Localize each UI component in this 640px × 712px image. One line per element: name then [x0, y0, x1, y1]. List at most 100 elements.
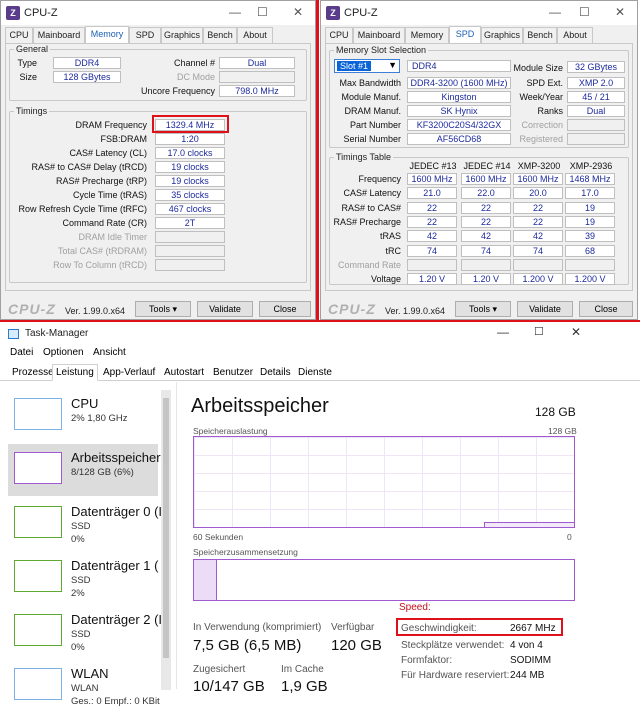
cpuz-memory-titlebar: Z CPU-Z — ☐ ✕	[1, 1, 315, 25]
tab-graphics[interactable]: Graphics	[481, 27, 523, 43]
menu-datei[interactable]: Datei	[10, 347, 33, 358]
menu-ansicht[interactable]: Ansicht	[93, 347, 126, 358]
sidebar-item[interactable]: Datenträger 0 (I SSD 0%	[8, 498, 162, 550]
sidebar-item-sub: SSD	[71, 575, 91, 586]
timing-value	[155, 231, 225, 243]
close-button[interactable]: Close	[259, 301, 311, 317]
tab-spd[interactable]: SPD	[129, 27, 161, 43]
timing-value	[155, 245, 225, 257]
close-icon[interactable]: ✕	[571, 325, 581, 339]
sidebar-scrollbar[interactable]	[161, 390, 171, 690]
sidebar-sparkline	[14, 560, 62, 592]
timings-table-label: Timings Table	[334, 152, 394, 162]
sidebar-item[interactable]: WLAN WLAN Ges.: 0 Empf.: 0 KBit	[8, 660, 160, 712]
channel-label: Channel #	[173, 58, 215, 68]
tab-about[interactable]: About	[237, 27, 273, 43]
tab-about[interactable]: About	[557, 27, 593, 43]
table-cell: 42	[407, 230, 457, 243]
validate-button[interactable]: Validate	[197, 301, 253, 317]
tools-button[interactable]: Tools ▾	[455, 301, 511, 317]
sidebar-item-title: Datenträger 0 (I	[71, 504, 163, 519]
scrollbar-thumb[interactable]	[163, 398, 169, 658]
table-cell: 1600 MHz	[513, 173, 563, 185]
slot-select[interactable]: Slot #1 ▼	[334, 59, 400, 73]
minimize-icon[interactable]: —	[549, 5, 561, 19]
cpuz-spd-titlebar: Z CPU-Z — ☐ ✕	[321, 1, 637, 25]
size-value: 128 GBytes	[53, 71, 121, 83]
timing-value	[155, 259, 225, 271]
sidebar-sparkline	[14, 614, 62, 646]
tab-graphics[interactable]: Graphics	[161, 27, 203, 43]
row-label: RAS# to CAS#	[341, 202, 401, 213]
sidebar-item-sub: SSD	[71, 521, 91, 532]
maximize-icon[interactable]: ☐	[534, 325, 544, 338]
committed-label: Zugesichert	[193, 664, 246, 675]
row-label: Command Rate	[337, 259, 401, 270]
composition-bar	[193, 559, 575, 601]
tab-benutzer[interactable]: Benutzer	[213, 367, 253, 378]
tab-cpu[interactable]: CPU	[325, 27, 353, 43]
menu-optionen[interactable]: Optionen	[43, 347, 84, 358]
minimize-icon[interactable]: —	[229, 5, 241, 19]
sidebar-item[interactable]: CPU 2% 1,80 GHz	[8, 390, 158, 442]
uncore-value: 798.0 MHz	[219, 85, 295, 97]
minimize-icon[interactable]: —	[497, 325, 509, 339]
row-label: tRC	[385, 245, 402, 256]
tools-button-label: Tools	[468, 304, 490, 314]
tools-button[interactable]: Tools ▾	[135, 301, 191, 317]
slots-value: 4 von 4	[510, 640, 543, 651]
tab-autostart[interactable]: Autostart	[164, 367, 204, 378]
cpuz-spd-window: Z CPU-Z — ☐ ✕ CPU Mainboard Memory SPD G…	[320, 0, 638, 320]
timing-value: 19 clocks	[155, 175, 225, 187]
timing-value: 1329.4 MHz	[155, 119, 225, 131]
tab-details[interactable]: Details	[260, 367, 291, 378]
cpuz-app-icon: Z	[326, 6, 340, 20]
table-cell: 1468 MHz	[565, 173, 615, 185]
close-icon[interactable]: ✕	[615, 5, 625, 19]
slots-label: Steckplätze verwendet:	[401, 640, 505, 651]
maximize-icon[interactable]: ☐	[579, 5, 590, 19]
general-label: General	[14, 44, 51, 54]
table-cell: 42	[513, 230, 563, 243]
table-cell: 1600 MHz	[461, 173, 511, 185]
sidebar-item[interactable]: Datenträger 2 (I SSD 0%	[8, 606, 162, 658]
channel-value: Dual	[219, 57, 295, 69]
tab-mainboard[interactable]: Mainboard	[33, 27, 85, 43]
close-button[interactable]: Close	[579, 301, 633, 317]
table-cell: 19	[565, 201, 615, 214]
sidebar-item-title: Datenträger 1 (	[71, 558, 159, 573]
tab-memory[interactable]: Memory	[85, 26, 129, 43]
table-cell: 22	[407, 201, 457, 214]
max-bandwidth-label: Max Bandwidth	[339, 78, 401, 88]
ranks-label: Ranks	[537, 106, 563, 116]
size-label: Size	[19, 72, 37, 82]
dcmode-label: DC Mode	[176, 72, 215, 82]
composition-in-use	[194, 560, 217, 600]
column-header: JEDEC #14	[463, 161, 511, 171]
window-title: Task-Manager	[25, 328, 89, 339]
tab-leistung[interactable]: Leistung	[52, 364, 98, 381]
tab-mainboard[interactable]: Mainboard	[353, 27, 405, 43]
sidebar-sparkline	[14, 452, 62, 484]
tab-spd[interactable]: SPD	[449, 26, 481, 43]
tab-app-verlauf[interactable]: App-Verlauf	[103, 367, 155, 378]
timing-label: DRAM Idle Timer	[78, 232, 147, 242]
slot-selection-label: Memory Slot Selection	[334, 45, 429, 55]
table-cell: 74	[513, 244, 563, 257]
sidebar-item[interactable]: Arbeitsspeicher 8/128 GB (6%)	[8, 444, 161, 496]
maximize-icon[interactable]: ☐	[257, 5, 268, 19]
slot-type-value: DDR4	[407, 60, 511, 72]
tab-bench[interactable]: Bench	[523, 27, 557, 43]
version-text: Ver. 1.99.0.x64	[385, 306, 446, 316]
tab-memory[interactable]: Memory	[405, 27, 449, 43]
formfactor-label: Formfaktor:	[401, 655, 453, 666]
tab-prozesse[interactable]: Prozesse	[12, 367, 54, 378]
tab-dienste[interactable]: Dienste	[298, 367, 332, 378]
validate-button[interactable]: Validate	[517, 301, 573, 317]
close-icon[interactable]: ✕	[293, 5, 303, 19]
tab-bench[interactable]: Bench	[203, 27, 237, 43]
usage-graph	[193, 436, 575, 528]
tab-cpu[interactable]: CPU	[5, 27, 33, 43]
table-cell: 22	[513, 201, 563, 214]
sidebar-item[interactable]: Datenträger 1 (SSD 2%	[8, 552, 158, 604]
